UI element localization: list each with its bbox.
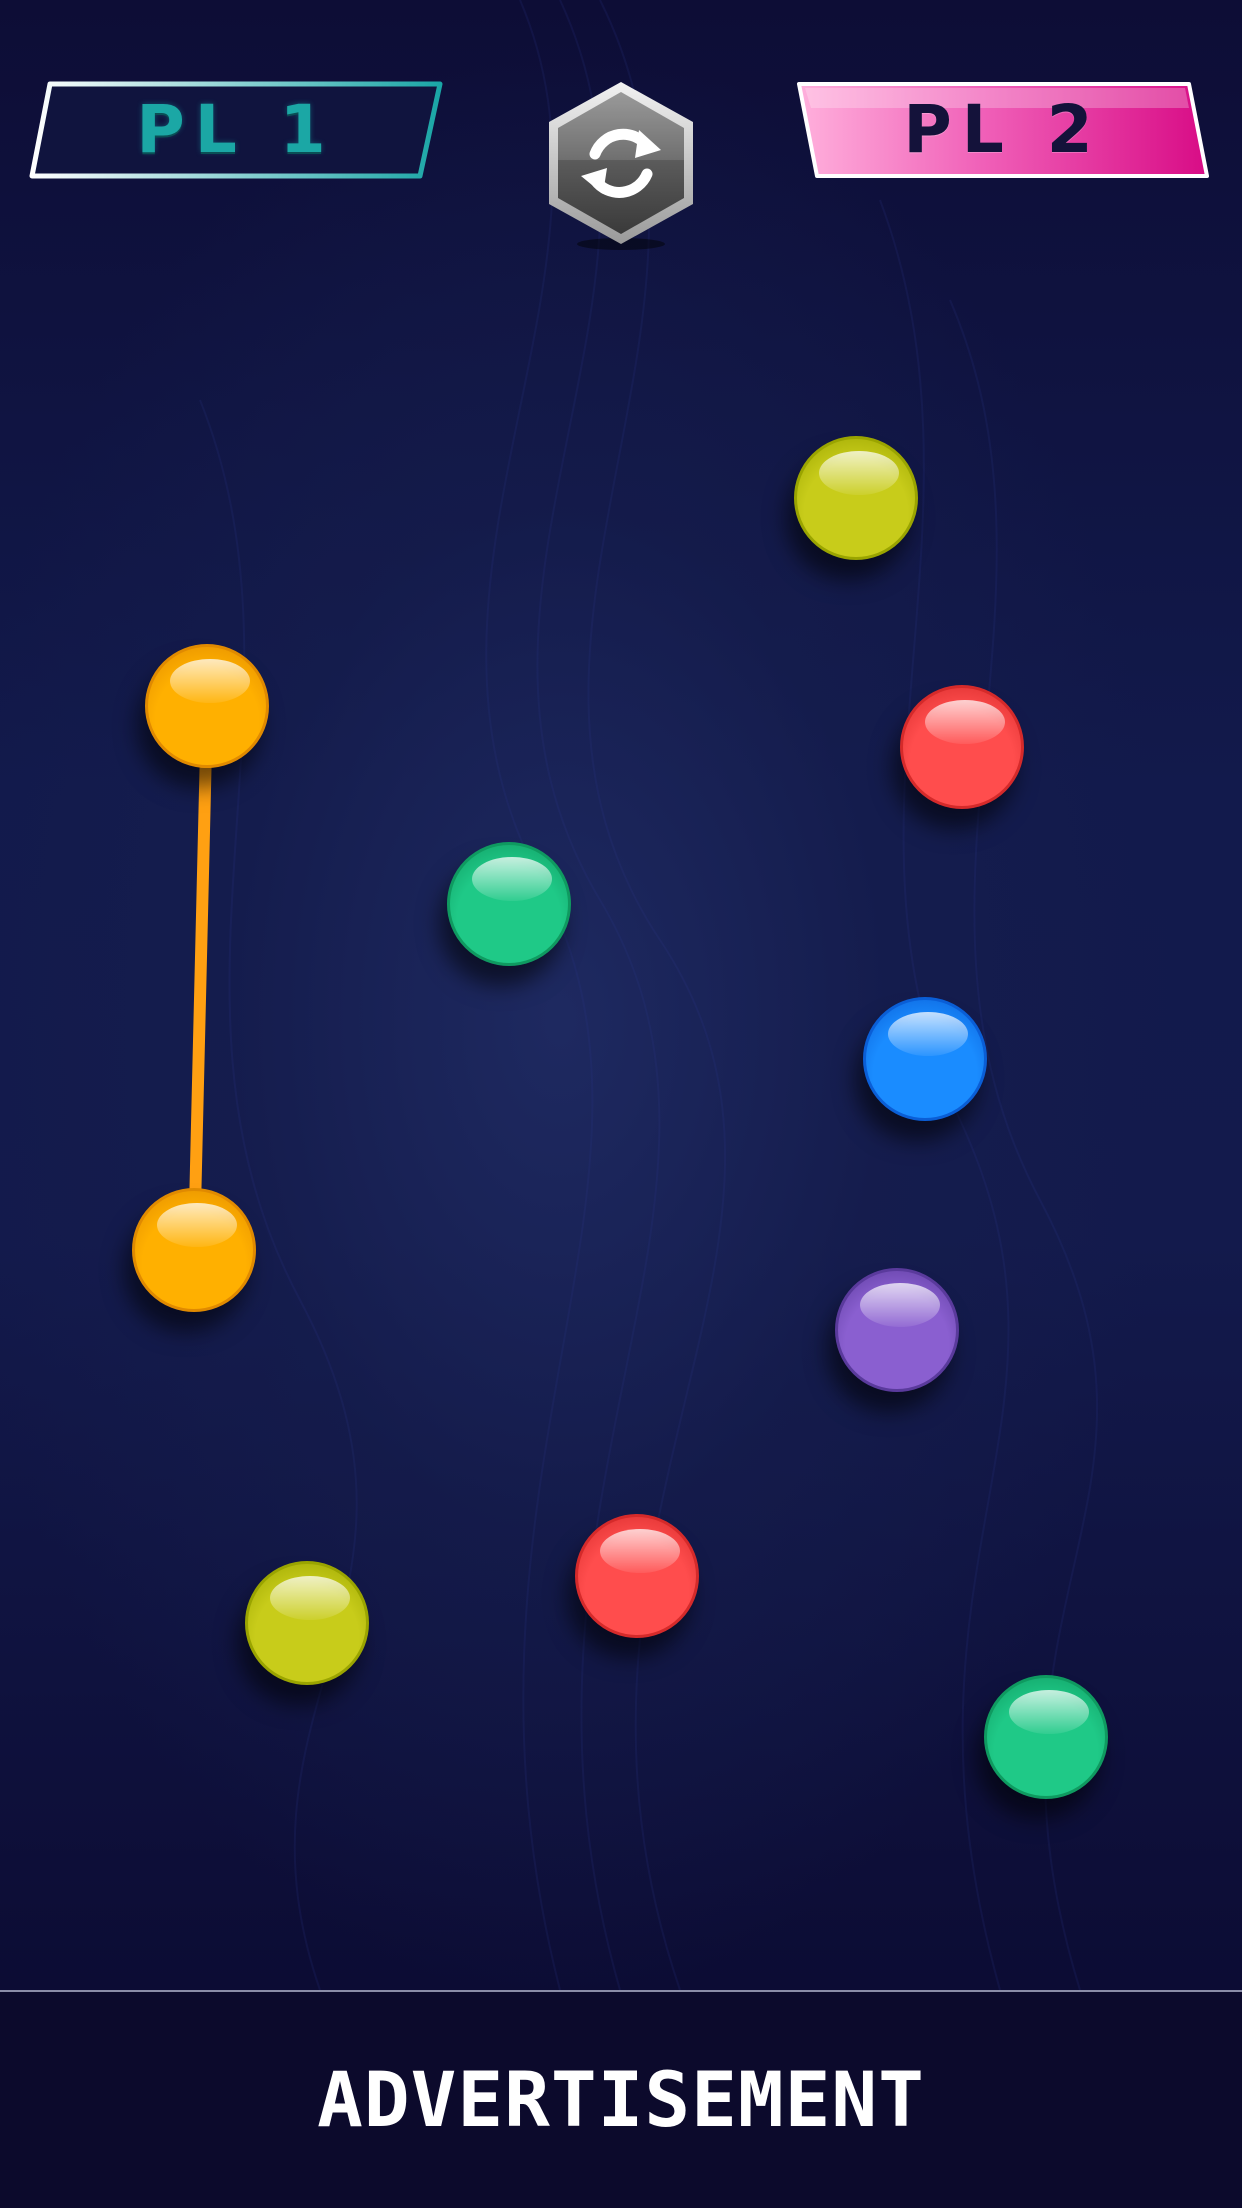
advertisement-banner[interactable]: ADVERTISEMENT xyxy=(0,1992,1242,2208)
player-2-label: PL 2 xyxy=(903,91,1103,168)
ball-highlight xyxy=(472,857,552,901)
game-board[interactable]: PL 1 PL 2 xyxy=(0,0,1242,1990)
ball-purple[interactable] xyxy=(835,1268,959,1392)
player-1-badge: PL 1 xyxy=(28,80,444,180)
ball-yellow-green-bottom[interactable] xyxy=(245,1561,369,1685)
ball-highlight xyxy=(819,451,899,495)
ball-yellow-green-top[interactable] xyxy=(794,436,918,560)
restart-icon xyxy=(549,82,693,250)
ball-highlight xyxy=(157,1203,237,1247)
ball-green-bottom[interactable] xyxy=(984,1675,1108,1799)
ball-green-top[interactable] xyxy=(447,842,571,966)
ball-highlight xyxy=(170,659,250,703)
ball-highlight xyxy=(270,1576,350,1620)
restart-button[interactable] xyxy=(543,80,699,256)
ball-orange-bottom[interactable] xyxy=(132,1188,256,1312)
advertisement-label: ADVERTISEMENT xyxy=(317,2055,925,2144)
ball-highlight xyxy=(1009,1690,1089,1734)
ball-orange-top[interactable] xyxy=(145,644,269,768)
ball-red-top[interactable] xyxy=(900,685,1024,809)
ball-highlight xyxy=(600,1529,680,1573)
player-1-label: PL 1 xyxy=(136,91,336,168)
ball-highlight xyxy=(888,1012,968,1056)
ball-red-bottom[interactable] xyxy=(575,1514,699,1638)
ball-highlight xyxy=(925,700,1005,744)
ball-blue[interactable] xyxy=(863,997,987,1121)
player-2-badge: PL 2 xyxy=(795,80,1211,180)
ball-highlight xyxy=(860,1283,940,1327)
